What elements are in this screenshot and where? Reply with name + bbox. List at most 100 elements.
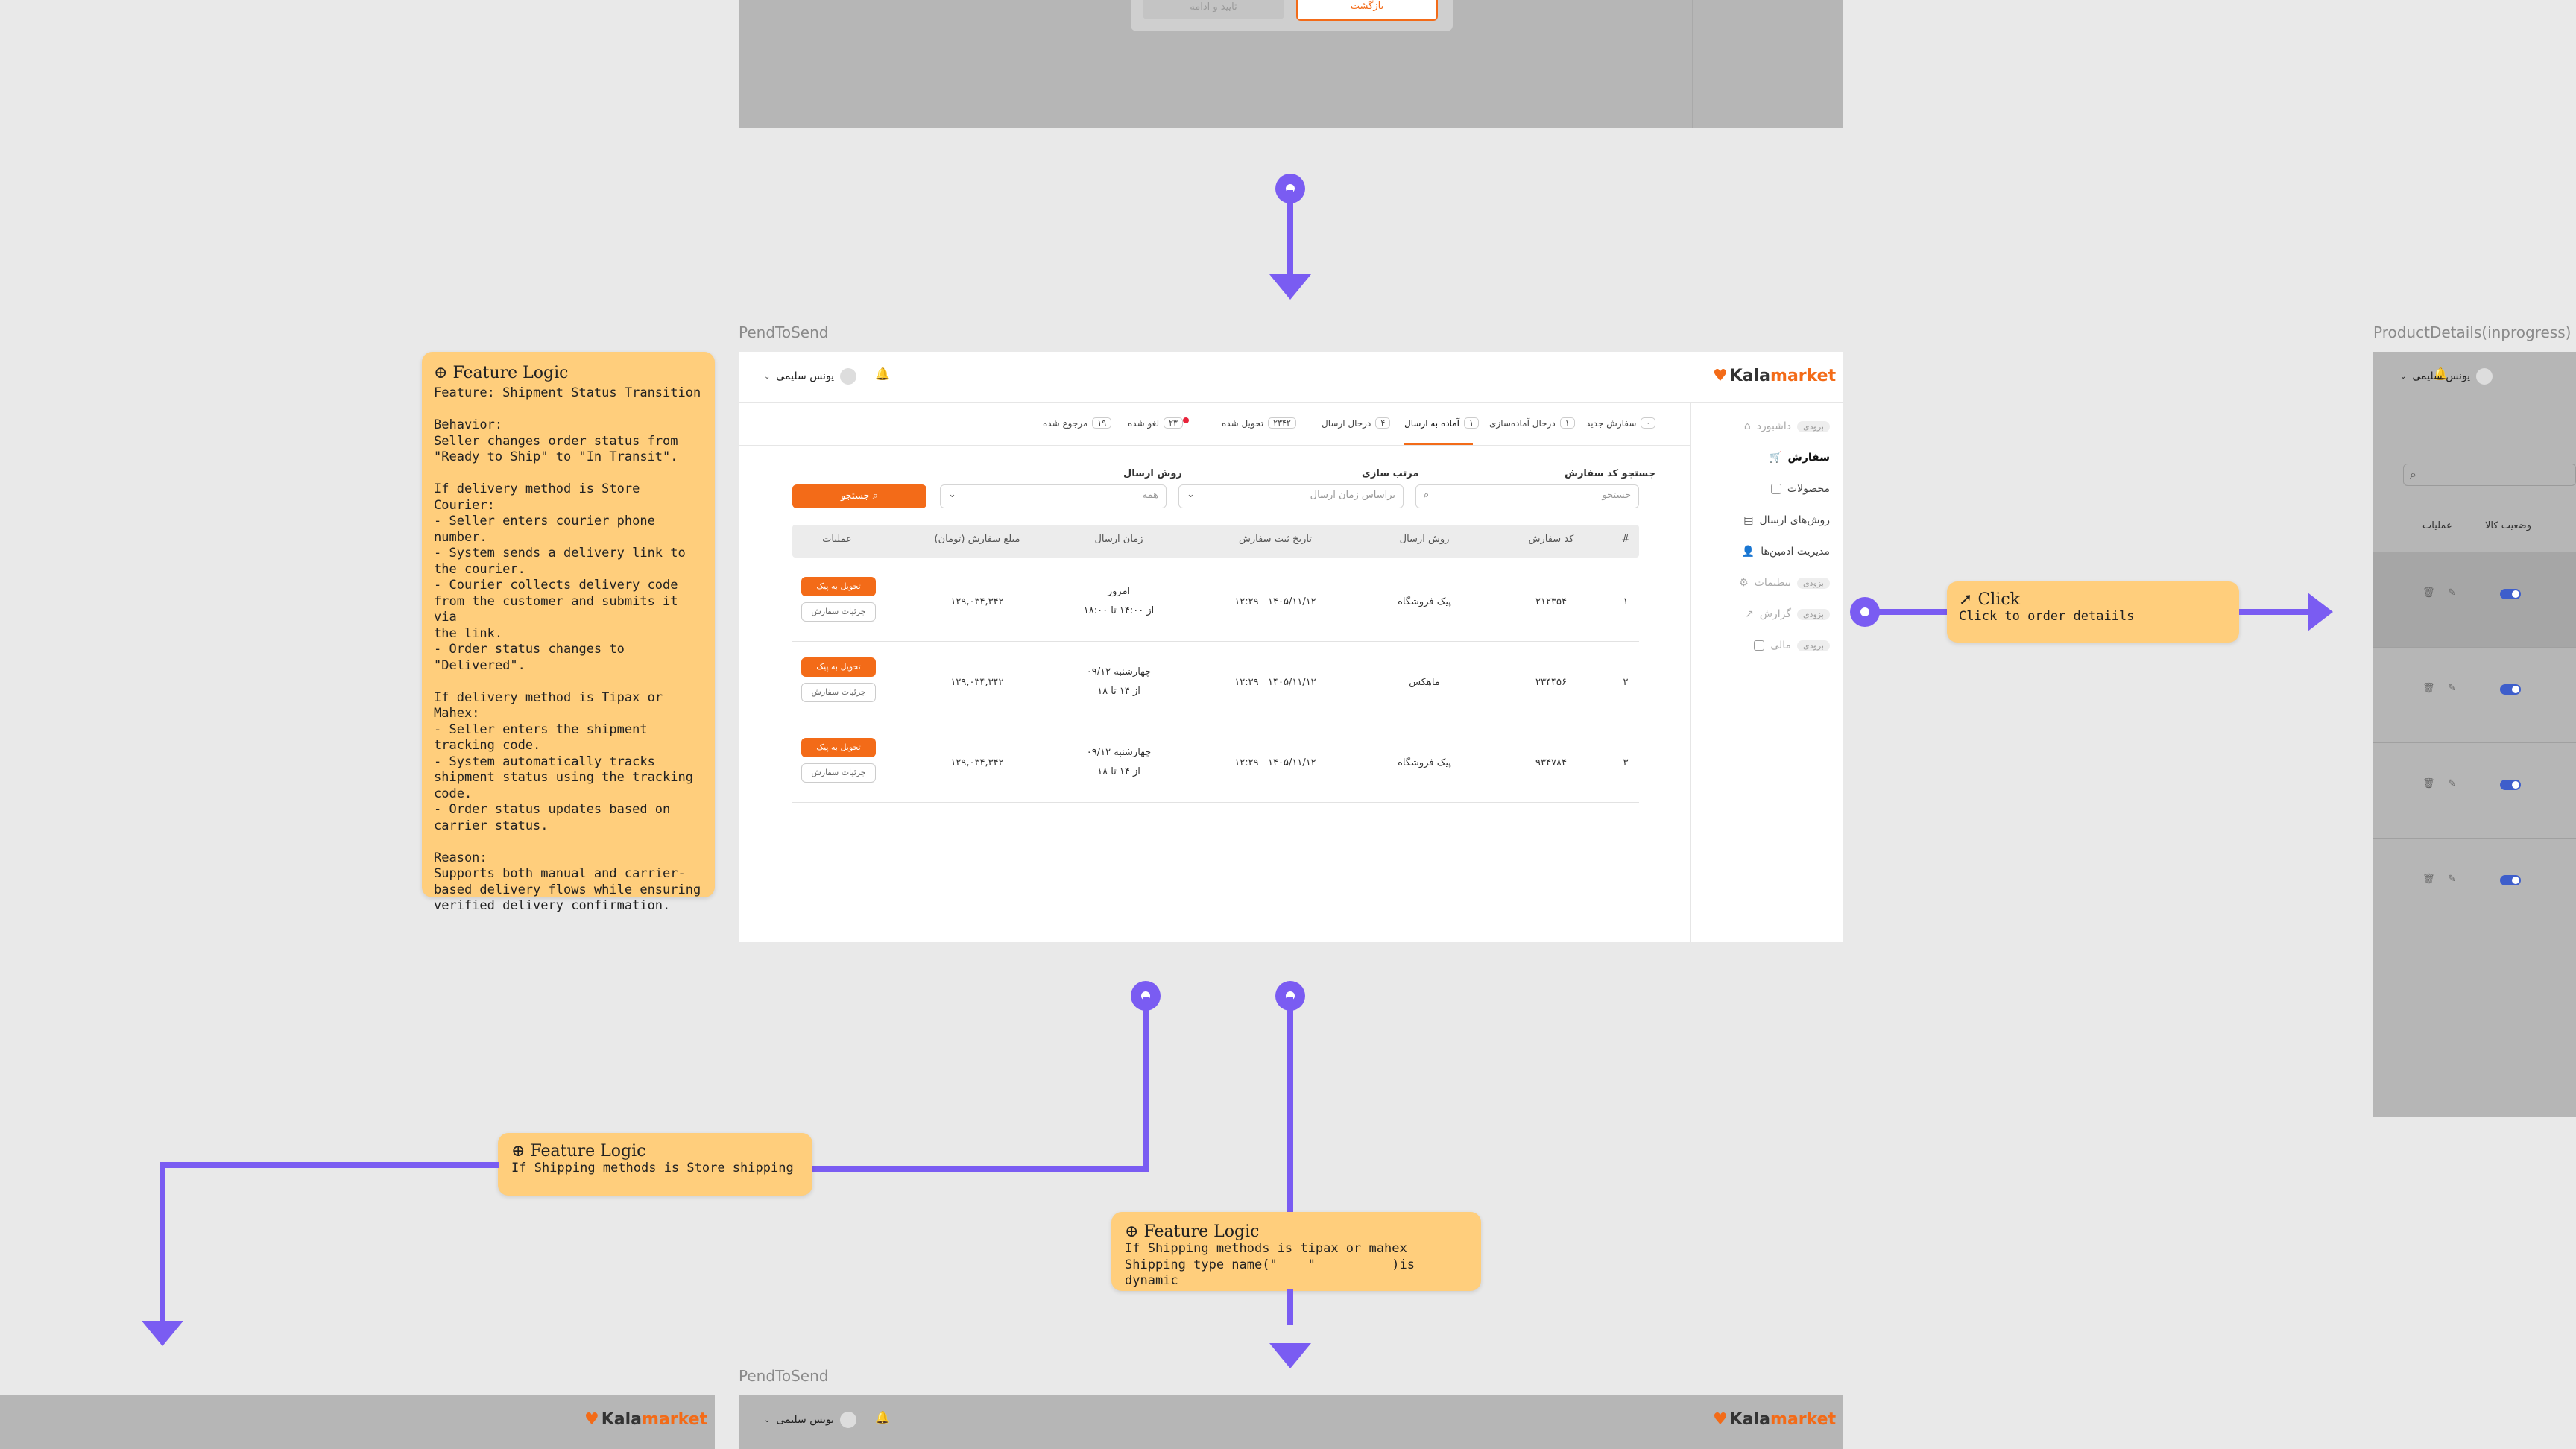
col-status: وضعیت کالا [2485,520,2531,531]
tab-preparing[interactable]: ۱ درحال آماده‌سازی [1489,417,1575,429]
heart-icon: ♥ [1713,1410,1728,1429]
deliver-to-courier-button[interactable]: تحویل به پیک [801,738,876,757]
sort-select[interactable]: براساس زمان ارسال ⌄ [1178,484,1404,508]
search-icon: ⌕ [2410,467,2416,482]
row-order-date: ۱۴۰۵/۱۱/۱۲ ۱۲:۲۹ [1234,677,1316,688]
row-ship-day: امروز [1107,586,1131,597]
deliver-to-courier-button[interactable]: تحویل به پیک [801,577,876,596]
heart-icon: ♥ [584,1410,599,1429]
sidebar-item-shipping[interactable]: روش‌های ارسال ▤ [1743,514,1830,526]
col-amount: مبلغ سفارش (تومان) [934,534,1020,545]
tab-in-transit[interactable]: ۴ درحال ارسال [1322,417,1391,429]
click-connector-line [1871,609,1948,615]
avatar [840,368,857,385]
tab-new-orders[interactable]: ۰ سفارش جدید [1586,417,1656,429]
status-toggle [2500,684,2521,695]
avatar [840,1412,857,1428]
arrow-down-icon [1269,1343,1311,1368]
sidebar-item-finance[interactable]: بزودی مالی [1754,640,1830,651]
bottom-left-frame: ♥ Kalamarket [0,1395,715,1449]
col-index: # [1621,534,1630,545]
back-button[interactable]: بازگشت [1296,0,1438,21]
user-name: یونس سلیمی [776,1414,835,1426]
store-shipping-note: ⊕ Feature Logic If Shipping methods is S… [498,1133,812,1196]
deliver-to-courier-button[interactable]: تحویل به پیک [801,657,876,677]
search-input: ⌕ [2403,464,2576,486]
row-separator [2373,647,2576,648]
trash-icon: 🗑 [2422,874,2435,885]
col-method: روش ارسال [1399,534,1450,545]
row-order-date: ۱۴۰۵/۱۱/۱۲ ۱۲:۲۹ [1234,757,1316,768]
row-method: ماهکس [1409,677,1440,688]
tabs-divider [739,445,1690,446]
method-select[interactable]: همه ⌄ [940,484,1167,508]
tab-delivered[interactable]: ۲۳۴۲ تحویل شده [1222,417,1296,429]
chart-icon: ↗ [1745,608,1754,620]
sidebar-item-settings[interactable]: بزودی تنظیمات ⚙ [1739,577,1830,589]
user-menu[interactable]: یونس سلیمی ⌄ [764,368,857,385]
user-menu: یونس سلیمی ⌄ [764,1412,857,1428]
row-index: ۲ [1623,677,1629,688]
row-separator [792,641,1639,642]
sidebar-item-products[interactable]: محصولات [1770,483,1830,495]
row-amount: ۱۲۹,۰۳۴,۳۴۲ [950,757,1004,768]
sidebar-divider [1690,402,1691,942]
sidebar-item-orders[interactable]: سفارش 🛒 [1769,452,1830,464]
row-ship-range: از ۱۴ تا ۱۸ [1097,686,1140,697]
note-body: Feature: Shipment Status Transition Beha… [434,385,701,913]
cart-icon: 🛒 [1769,452,1782,464]
header-divider [739,402,1843,403]
order-details-button[interactable]: جزئیات سفارش [801,683,876,702]
trash-icon: 🗑 [2422,778,2435,789]
cursor-icon: ➚ [1959,590,1973,609]
tab-ready-to-ship[interactable]: ۱ آماده به ارسال [1404,417,1479,429]
row-order-date: ۱۴۰۵/۱۱/۱۲ ۱۲:۲۹ [1234,596,1316,607]
search-button[interactable]: جستجو ⌕ [792,484,926,508]
order-details-button[interactable]: جزئیات سفارش [801,602,876,622]
arrow-right-icon [2308,593,2333,631]
tab-cancelled[interactable]: ۲۳ لغو شده [1128,417,1183,429]
user-icon: 👤 [1741,546,1755,558]
search-label: جستجو کد سفارش [1565,468,1655,479]
row-separator [2373,742,2576,743]
row-index: ۱ [1623,596,1629,607]
pend-to-send-screen: ♥ Kalamarket یونس سلیمی ⌄ 🔔 بزودی داشبورد ⌂… [739,352,1843,942]
sidebar-item-admins[interactable]: مدیریت ادمین‌ها 👤 [1742,546,1830,558]
confirm-button[interactable]: تایید و ادامه [1143,0,1284,19]
note-title: Feature Logic [452,364,569,382]
col-actions: عملیات [2422,520,2452,531]
frame-label-bottom: PendToSend [739,1367,829,1385]
row-method: پیک فروشگاه [1398,596,1451,607]
row-amount: ۱۲۹,۰۳۴,۳۴۲ [950,677,1004,688]
kalamarket-logo: ♥ Kalamarket [1713,367,1837,385]
feature-logic-note: ⊕ Feature Logic Feature: Shipment Status… [422,352,715,913]
tab-returned[interactable]: ۱۹ مرجوع شده [1043,417,1112,429]
chevron-down-icon: ⌄ [764,372,771,381]
highlight-row [2373,552,2576,647]
method-label: روش ارسال [1123,468,1182,479]
row-order-code: ۹۳۴۷۸۴ [1535,757,1567,768]
bell-icon[interactable]: 🔔 [875,367,890,381]
arrow-down-icon [142,1321,183,1346]
store-branch-line [160,1162,165,1325]
truck-icon: ▤ [1743,514,1754,526]
trash-icon: 🗑 [2422,683,2435,694]
pencil-icon: ✎ [2448,683,2456,694]
row-method: پیک فروشگاه [1398,757,1451,768]
frame-label-right: ProductDetails(inprogress) [2373,323,2572,341]
chevron-down-icon: ⌄ [1187,489,1195,500]
tipax-branch-line [1287,1289,1293,1325]
notification-dot [1183,417,1189,423]
col-actions: عملیات [822,534,852,545]
feature-icon: ⊕ [434,364,448,382]
search-input[interactable]: جستجو ⌕ [1415,484,1639,508]
order-details-button[interactable]: جزئیات سفارش [801,763,876,783]
sidebar-item-reports[interactable]: بزودی گزارش ↗ [1745,608,1830,620]
box-icon [1770,484,1781,494]
row-ship-day: چهارشنبه ۰۹/۱۲ [1086,747,1152,758]
pencil-icon: ✎ [2448,874,2456,885]
row-ship-range: از ۱۴ تا ۱۸ [1097,766,1140,777]
store-branch-line [805,1166,1149,1172]
sidebar-item-dashboard[interactable]: بزودی داشبورد ⌂ [1744,420,1830,432]
feature-icon: ⊕ [511,1142,525,1161]
